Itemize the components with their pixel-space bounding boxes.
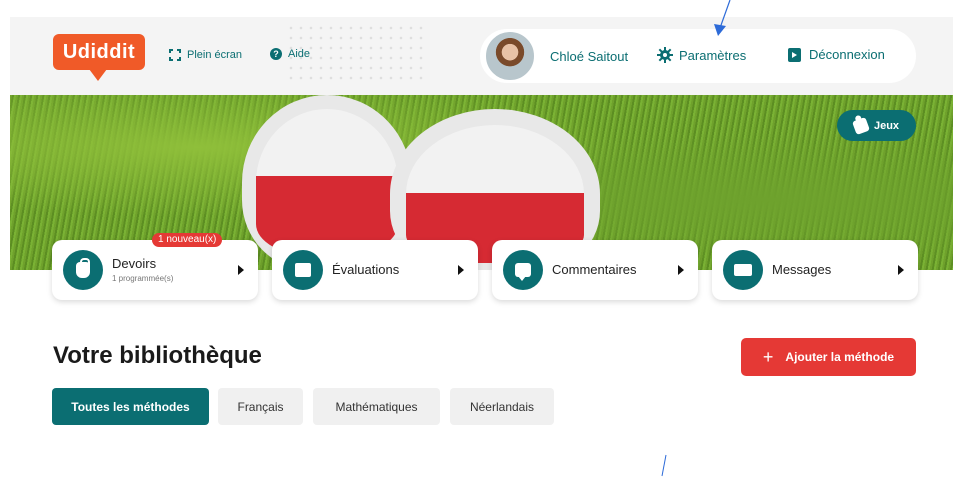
annotation-arrow-line — [719, 0, 731, 29]
annotation-arrow-head — [714, 24, 726, 36]
annotation-overlay — [661, 0, 731, 477]
annotation-stroke — [661, 454, 667, 477]
